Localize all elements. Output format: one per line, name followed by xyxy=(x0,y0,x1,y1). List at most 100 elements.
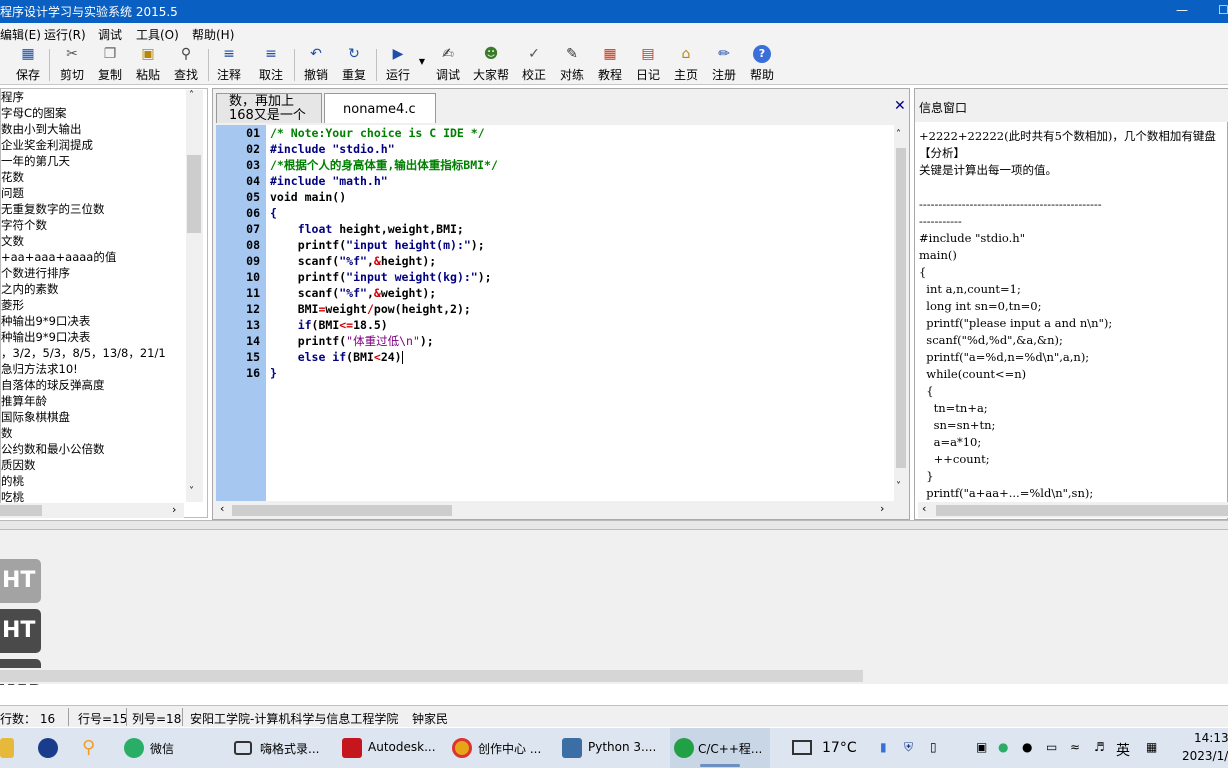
ime-icon[interactable]: ▦ xyxy=(1146,740,1157,754)
pane-splitter[interactable] xyxy=(0,520,1228,530)
menu-run[interactable]: 运行(R) xyxy=(44,26,86,43)
home-button[interactable]: ⌂ 主页 xyxy=(672,45,700,83)
tree-item[interactable]: 一年的第几天 xyxy=(1,153,70,169)
speaker-icon[interactable]: ♬ xyxy=(1094,740,1105,754)
practice-button[interactable]: ✎ 对练 xyxy=(558,45,586,83)
redo-button[interactable]: ↻ 重复 xyxy=(340,45,368,83)
taskbar-app-wechat[interactable]: 微信 xyxy=(124,728,224,768)
uncomment-button[interactable]: ≡ 取注 xyxy=(257,45,285,83)
chevron-down-icon[interactable]: ˅ xyxy=(896,481,901,492)
editor-hscroll-thumb[interactable] xyxy=(232,505,452,516)
tree-item[interactable]: 的桃 xyxy=(1,473,24,489)
tree-vertical-scrollbar[interactable]: ˄ ˅ xyxy=(186,90,203,502)
tree-item[interactable]: 问题 xyxy=(1,185,24,201)
tree-item[interactable]: 急归方法求10! xyxy=(1,361,78,377)
chevron-up-icon[interactable]: ˄ xyxy=(896,129,901,140)
maximize-button[interactable]: ☐ xyxy=(1218,3,1228,17)
ht-badge[interactable]: HT xyxy=(0,559,41,603)
tree-hscroll-thumb[interactable] xyxy=(0,505,42,516)
menu-tools[interactable]: 工具(O) xyxy=(136,26,179,43)
tree-item[interactable]: +aa+aaa+aaaa的值 xyxy=(1,249,116,265)
camera-tray-icon[interactable]: ▣ xyxy=(976,740,987,754)
register-button[interactable]: ✏ 注册 xyxy=(710,45,738,83)
input-language[interactable]: 英 xyxy=(1116,740,1130,760)
tree-item[interactable]: 数由小到大输出 xyxy=(1,121,82,137)
chevron-up-icon[interactable]: ˄ xyxy=(189,90,194,101)
taskbar-app-cide[interactable]: C/C++程... xyxy=(670,728,770,768)
tree-item[interactable]: 企业奖金利润提成 xyxy=(1,137,93,153)
clock-time[interactable]: 14:13 xyxy=(1194,731,1228,745)
ht-badge[interactable]: HT xyxy=(0,609,41,653)
tab-example[interactable]: 数，再加上 168又是一个 xyxy=(216,93,322,123)
clock-date[interactable]: 2023/1/ xyxy=(1182,749,1228,763)
check-button[interactable]: ✓ 校正 xyxy=(520,45,548,83)
minimize-button[interactable]: — xyxy=(1176,3,1188,17)
cut-button[interactable]: ✂ 剪切 xyxy=(58,45,86,83)
info-hscroll-thumb[interactable] xyxy=(936,505,1228,516)
tree-item[interactable]: 字符个数 xyxy=(1,217,47,233)
save-button[interactable]: ▦ 保存 xyxy=(14,45,42,83)
tree-item[interactable]: 自落体的球反弹高度 xyxy=(1,377,105,393)
editor-scroll-thumb[interactable] xyxy=(896,148,906,468)
power-icon[interactable]: ▭ xyxy=(1046,740,1057,754)
find-button[interactable]: ⚲ 查找 xyxy=(172,45,200,83)
tree-item[interactable]: 菱形 xyxy=(1,297,24,313)
tree-item[interactable]: 推算年龄 xyxy=(1,393,47,409)
tree-item[interactable]: 花数 xyxy=(1,169,24,185)
weather-text[interactable]: 17°C xyxy=(822,740,857,756)
code-editor[interactable]: /* Note:Your choice is C IDE */ #include… xyxy=(266,125,894,501)
menu-help[interactable]: 帮助(H) xyxy=(192,26,234,43)
menu-edit[interactable]: 编辑(E) xyxy=(0,26,41,43)
output-hscroll-thumb[interactable] xyxy=(0,670,863,682)
tree-item[interactable]: ，3/2，5/3，8/5，13/8，21/1 xyxy=(1,345,166,361)
paste-button[interactable]: ▣ 粘贴 xyxy=(134,45,162,83)
widgets-icon[interactable] xyxy=(792,740,812,755)
info-line: #include "stdio.h" xyxy=(919,231,1025,245)
tab-noname4[interactable]: noname4.c xyxy=(324,93,436,123)
taskbar-app-recorder[interactable]: 嗨格式录... xyxy=(234,728,334,768)
run-button[interactable]: ▶ 运行 xyxy=(384,45,412,83)
battery-icon[interactable]: ▯ xyxy=(930,740,937,754)
debug-button[interactable]: ✍ 调试 xyxy=(434,45,462,83)
comment-button[interactable]: ≡ 注释 xyxy=(215,45,243,83)
run-dropdown-button[interactable]: ▼ xyxy=(416,53,428,66)
pinned-app-button[interactable] xyxy=(38,728,60,768)
menu-debug[interactable]: 调试 xyxy=(98,26,122,43)
wifi-icon[interactable]: ≈ xyxy=(1070,740,1080,754)
tree-item[interactable]: 质因数 xyxy=(1,457,36,473)
taskbar-app-chrome[interactable]: 创作中心 ... xyxy=(452,728,552,768)
example-tree: 程序 字母C的图案 数由小到大输出 企业奖金利润提成 一年的第几天 花数 问题 无重复数字的三… xyxy=(0,88,208,518)
copy-button[interactable]: ❐ 复制 xyxy=(96,45,124,83)
tree-item[interactable]: 种输出9*9口决表 xyxy=(1,329,90,345)
chevron-right-icon[interactable]: › xyxy=(880,502,884,515)
tree-item[interactable]: 国际象棋棋盘 xyxy=(1,409,70,425)
tree-scroll-thumb[interactable] xyxy=(187,155,201,233)
chevron-left-icon[interactable]: ‹ xyxy=(922,502,926,515)
chevron-right-icon[interactable]: › xyxy=(172,503,176,516)
people-icon[interactable]: ● xyxy=(1022,740,1032,754)
tree-item[interactable]: 之内的素数 xyxy=(1,281,59,297)
close-icon[interactable]: ✕ xyxy=(894,98,906,114)
tutorial-button[interactable]: ▦ 教程 xyxy=(596,45,624,83)
taskbar-app-autodesk[interactable]: Autodesk... xyxy=(342,728,442,768)
usb-icon[interactable]: ▮ xyxy=(880,740,887,754)
diary-button[interactable]: ▤ 日记 xyxy=(634,45,662,83)
wechat-tray-icon[interactable]: ● xyxy=(998,740,1008,754)
tree-item[interactable]: 种输出9*9口决表 xyxy=(1,313,90,329)
tree-item[interactable]: 无重复数字的三位数 xyxy=(1,201,105,217)
shield-icon[interactable]: ⛨ xyxy=(904,740,913,755)
help-people-button[interactable]: ☻ 大家帮 xyxy=(472,45,510,83)
tree-item[interactable]: 个数进行排序 xyxy=(1,265,70,281)
tree-item[interactable]: 公约数和最小公倍数 xyxy=(1,441,105,457)
file-explorer-button[interactable] xyxy=(0,728,18,768)
taskbar-app-python[interactable]: Python 3.... xyxy=(562,728,662,768)
tree-item[interactable]: 程序 xyxy=(1,89,24,105)
search-button[interactable]: ⚲ xyxy=(82,728,104,768)
chevron-down-icon[interactable]: ˅ xyxy=(189,486,194,497)
tree-item[interactable]: 文数 xyxy=(1,233,24,249)
help-button[interactable]: ? 帮助 xyxy=(748,45,776,83)
chevron-left-icon[interactable]: ‹ xyxy=(220,502,224,515)
tree-item[interactable]: 字母C的图案 xyxy=(1,105,67,121)
tree-item[interactable]: 数 xyxy=(1,425,13,441)
undo-button[interactable]: ↶ 撤销 xyxy=(302,45,330,83)
